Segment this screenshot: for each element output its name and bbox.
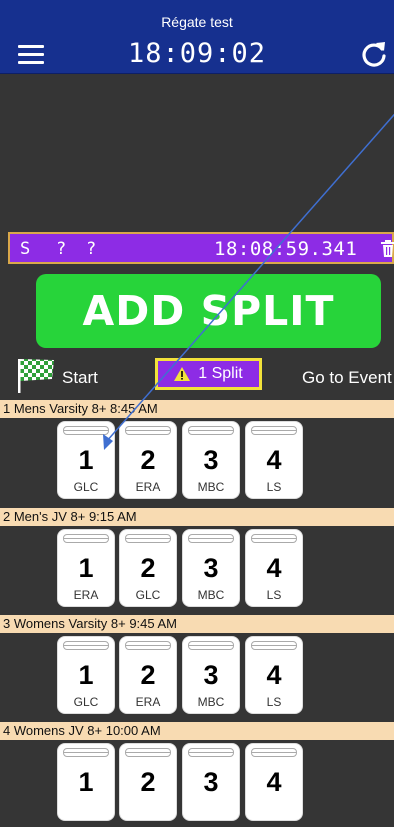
trash-icon[interactable] — [380, 240, 394, 258]
lane-number: 3 — [203, 445, 219, 475]
lane-tab-indicator — [188, 426, 234, 435]
lane-tab-indicator — [125, 426, 171, 435]
clock-display: 18:09:02 — [127, 38, 267, 69]
lane-tab-indicator — [188, 534, 234, 543]
lane-button[interactable]: 1 ERA — [57, 529, 115, 607]
lane-tab-indicator — [251, 426, 297, 435]
start-label[interactable]: Start — [62, 368, 98, 388]
lane-button[interactable]: 1 GLC — [57, 421, 115, 499]
event-header: 1 Mens Varsity 8+ 8:45 AM — [0, 400, 394, 418]
lane-crew: GLC — [73, 480, 99, 494]
lane-crew: LS — [266, 588, 282, 602]
lane-button[interactable]: 2 ERA — [119, 421, 177, 499]
lane-row: 1 2 3 4 — [0, 743, 394, 827]
lane-number: 2 — [140, 767, 156, 797]
warning-icon — [174, 367, 191, 381]
event-header: 2 Men's JV 8+ 9:15 AM — [0, 508, 394, 526]
lane-tab-indicator — [125, 534, 171, 543]
lane-tab-indicator — [63, 748, 109, 757]
lane-row: 1 ERA 2 GLC 3 MBC 4 LS — [0, 529, 394, 613]
app-header: Régate test 18:09:02 — [0, 0, 394, 74]
lane-number: 4 — [266, 660, 282, 690]
lane-tab-indicator — [188, 748, 234, 757]
lane-button[interactable]: 4 LS — [245, 421, 303, 499]
split-bow-1[interactable]: ? — [56, 239, 66, 259]
lane-tab-indicator — [125, 748, 171, 757]
lane-number: 1 — [78, 767, 94, 797]
lane-number: 2 — [140, 660, 156, 690]
lane-tab-indicator — [251, 748, 297, 757]
lane-row: 1 GLC 2 ERA 3 MBC 4 LS — [0, 421, 394, 505]
lane-crew: MBC — [197, 588, 225, 602]
lane-tab-indicator — [63, 426, 109, 435]
lane-crew: LS — [266, 695, 282, 709]
lane-tab-indicator — [251, 641, 297, 650]
lane-number: 1 — [78, 445, 94, 475]
nav-row: Start 1 Split Go to Event — [0, 357, 394, 397]
lane-number: 4 — [266, 767, 282, 797]
lane-row: 1 GLC 2 ERA 3 MBC 4 LS — [0, 636, 394, 720]
lane-button[interactable]: 4 LS — [245, 636, 303, 714]
lane-tab-indicator — [63, 534, 109, 543]
lane-crew: ERA — [135, 695, 161, 709]
lane-button[interactable]: 1 GLC — [57, 636, 115, 714]
event-header: 4 Womens JV 8+ 10:00 AM — [0, 722, 394, 740]
lane-number: 2 — [140, 553, 156, 583]
lane-button[interactable]: 4 — [245, 743, 303, 821]
refresh-icon[interactable] — [360, 40, 388, 68]
video-area — [0, 75, 394, 229]
split-time: 18:08:59.341 — [214, 238, 358, 260]
lane-number: 3 — [203, 767, 219, 797]
lane-button[interactable]: 3 MBC — [182, 529, 240, 607]
lane-number: 1 — [78, 660, 94, 690]
split-bow-2[interactable]: ? — [86, 239, 96, 259]
lane-tab-indicator — [251, 534, 297, 543]
checkered-flag-icon[interactable] — [16, 357, 56, 393]
lane-crew: GLC — [73, 695, 99, 709]
lane-tab-indicator — [188, 641, 234, 650]
lane-crew: LS — [266, 480, 282, 494]
lane-button[interactable]: 3 — [182, 743, 240, 821]
splits-button[interactable]: 1 Split — [155, 358, 262, 390]
lane-crew: ERA — [135, 480, 161, 494]
add-split-button[interactable]: ADD SPLIT — [36, 274, 381, 348]
lane-number: 4 — [266, 553, 282, 583]
lane-button[interactable]: 3 MBC — [182, 636, 240, 714]
split-bar[interactable]: S ? ? 18:08:59.341 — [8, 232, 394, 264]
splits-label: 1 Split — [198, 365, 243, 382]
split-letter: S — [20, 239, 31, 259]
lane-button[interactable]: 2 GLC — [119, 529, 177, 607]
lane-tab-indicator — [63, 641, 109, 650]
event-header: 3 Womens Varsity 8+ 9:45 AM — [0, 615, 394, 633]
lane-number: 2 — [140, 445, 156, 475]
lane-button[interactable]: 1 — [57, 743, 115, 821]
lane-button[interactable]: 2 — [119, 743, 177, 821]
go-to-event-link[interactable]: Go to Event — [302, 368, 392, 388]
lane-button[interactable]: 3 MBC — [182, 421, 240, 499]
lane-crew: ERA — [73, 588, 99, 602]
lane-button[interactable]: 4 LS — [245, 529, 303, 607]
lane-number: 4 — [266, 445, 282, 475]
lane-button[interactable]: 2 ERA — [119, 636, 177, 714]
lane-tab-indicator — [125, 641, 171, 650]
lane-number: 3 — [203, 660, 219, 690]
lane-crew: MBC — [197, 480, 225, 494]
lane-crew: GLC — [135, 588, 161, 602]
lane-number: 3 — [203, 553, 219, 583]
lane-crew: MBC — [197, 695, 225, 709]
app-title: Régate test — [161, 14, 233, 30]
lane-number: 1 — [78, 553, 94, 583]
